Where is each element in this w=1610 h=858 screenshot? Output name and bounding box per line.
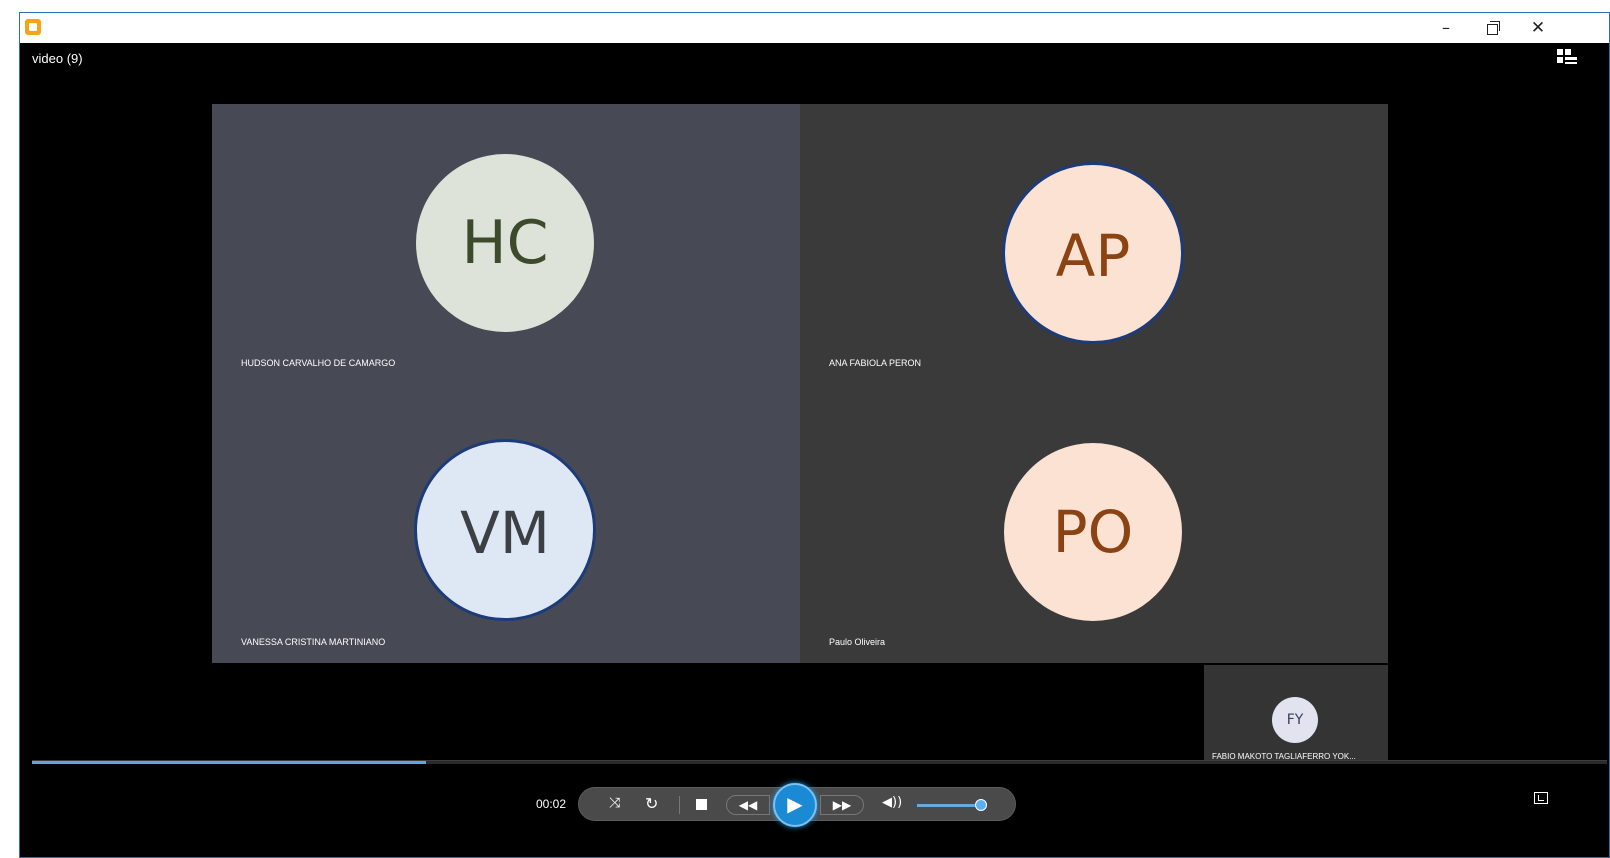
close-button[interactable]: ✕ bbox=[1515, 13, 1561, 43]
switch-to-compact-icon[interactable] bbox=[1534, 792, 1548, 804]
volume-slider-handle[interactable] bbox=[975, 799, 987, 811]
shuffle-icon[interactable]: ⤨ bbox=[609, 795, 620, 811]
mute-icon[interactable]: ◀)) bbox=[882, 795, 902, 810]
repeat-icon[interactable]: ↻ bbox=[645, 794, 658, 813]
media-player-window: – ✕ video (9) HC HUDSON CARVALHO DE CAMA… bbox=[19, 12, 1610, 858]
participant-name: ANA FABIOLA PERON bbox=[829, 358, 922, 368]
participant-tile: HC HUDSON CARVALHO DE CAMARGO bbox=[212, 104, 800, 383]
participant-avatar: VM bbox=[414, 439, 596, 621]
participant-avatar: PO bbox=[1004, 443, 1182, 621]
minimize-button[interactable]: – bbox=[1423, 13, 1469, 43]
divider bbox=[679, 796, 680, 814]
participant-name: VANESSA CRISTINA MARTINIANO bbox=[241, 637, 386, 647]
seek-bar[interactable] bbox=[32, 760, 1607, 764]
volume-slider[interactable] bbox=[917, 804, 977, 807]
switch-to-library-icon[interactable] bbox=[1557, 49, 1579, 67]
participant-tile: AP ANA FABIOLA PERON bbox=[800, 104, 1388, 383]
playback-controls: ⤨ ↻ ◀◀ ▶ ▶▶ ◀)) bbox=[578, 783, 1016, 827]
stop-button[interactable] bbox=[696, 799, 707, 810]
participant-avatar: HC bbox=[416, 154, 594, 332]
participant-tile-small: FY FABIO MAKOTO TAGLIAFERRO YOK... bbox=[1204, 665, 1388, 763]
play-button[interactable]: ▶ bbox=[773, 783, 817, 827]
participant-tile: PO Paulo Oliveira bbox=[800, 383, 1388, 663]
video-title: video (9) bbox=[32, 51, 83, 66]
restore-icon bbox=[1486, 21, 1500, 35]
next-button[interactable]: ▶▶ bbox=[820, 795, 864, 815]
elapsed-time: 00:02 bbox=[536, 797, 567, 811]
participant-avatar: AP bbox=[1002, 162, 1184, 344]
participant-name: Paulo Oliveira bbox=[829, 637, 886, 647]
title-bar: – ✕ bbox=[20, 13, 1609, 43]
participant-name: HUDSON CARVALHO DE CAMARGO bbox=[241, 358, 396, 368]
seek-bar-progress bbox=[32, 761, 426, 764]
participant-tile: VM VANESSA CRISTINA MARTINIANO bbox=[212, 383, 800, 663]
media-player-app-icon bbox=[25, 19, 41, 35]
participant-avatar: FY bbox=[1272, 697, 1318, 743]
previous-button[interactable]: ◀◀ bbox=[726, 795, 770, 815]
restore-button[interactable] bbox=[1469, 13, 1515, 43]
